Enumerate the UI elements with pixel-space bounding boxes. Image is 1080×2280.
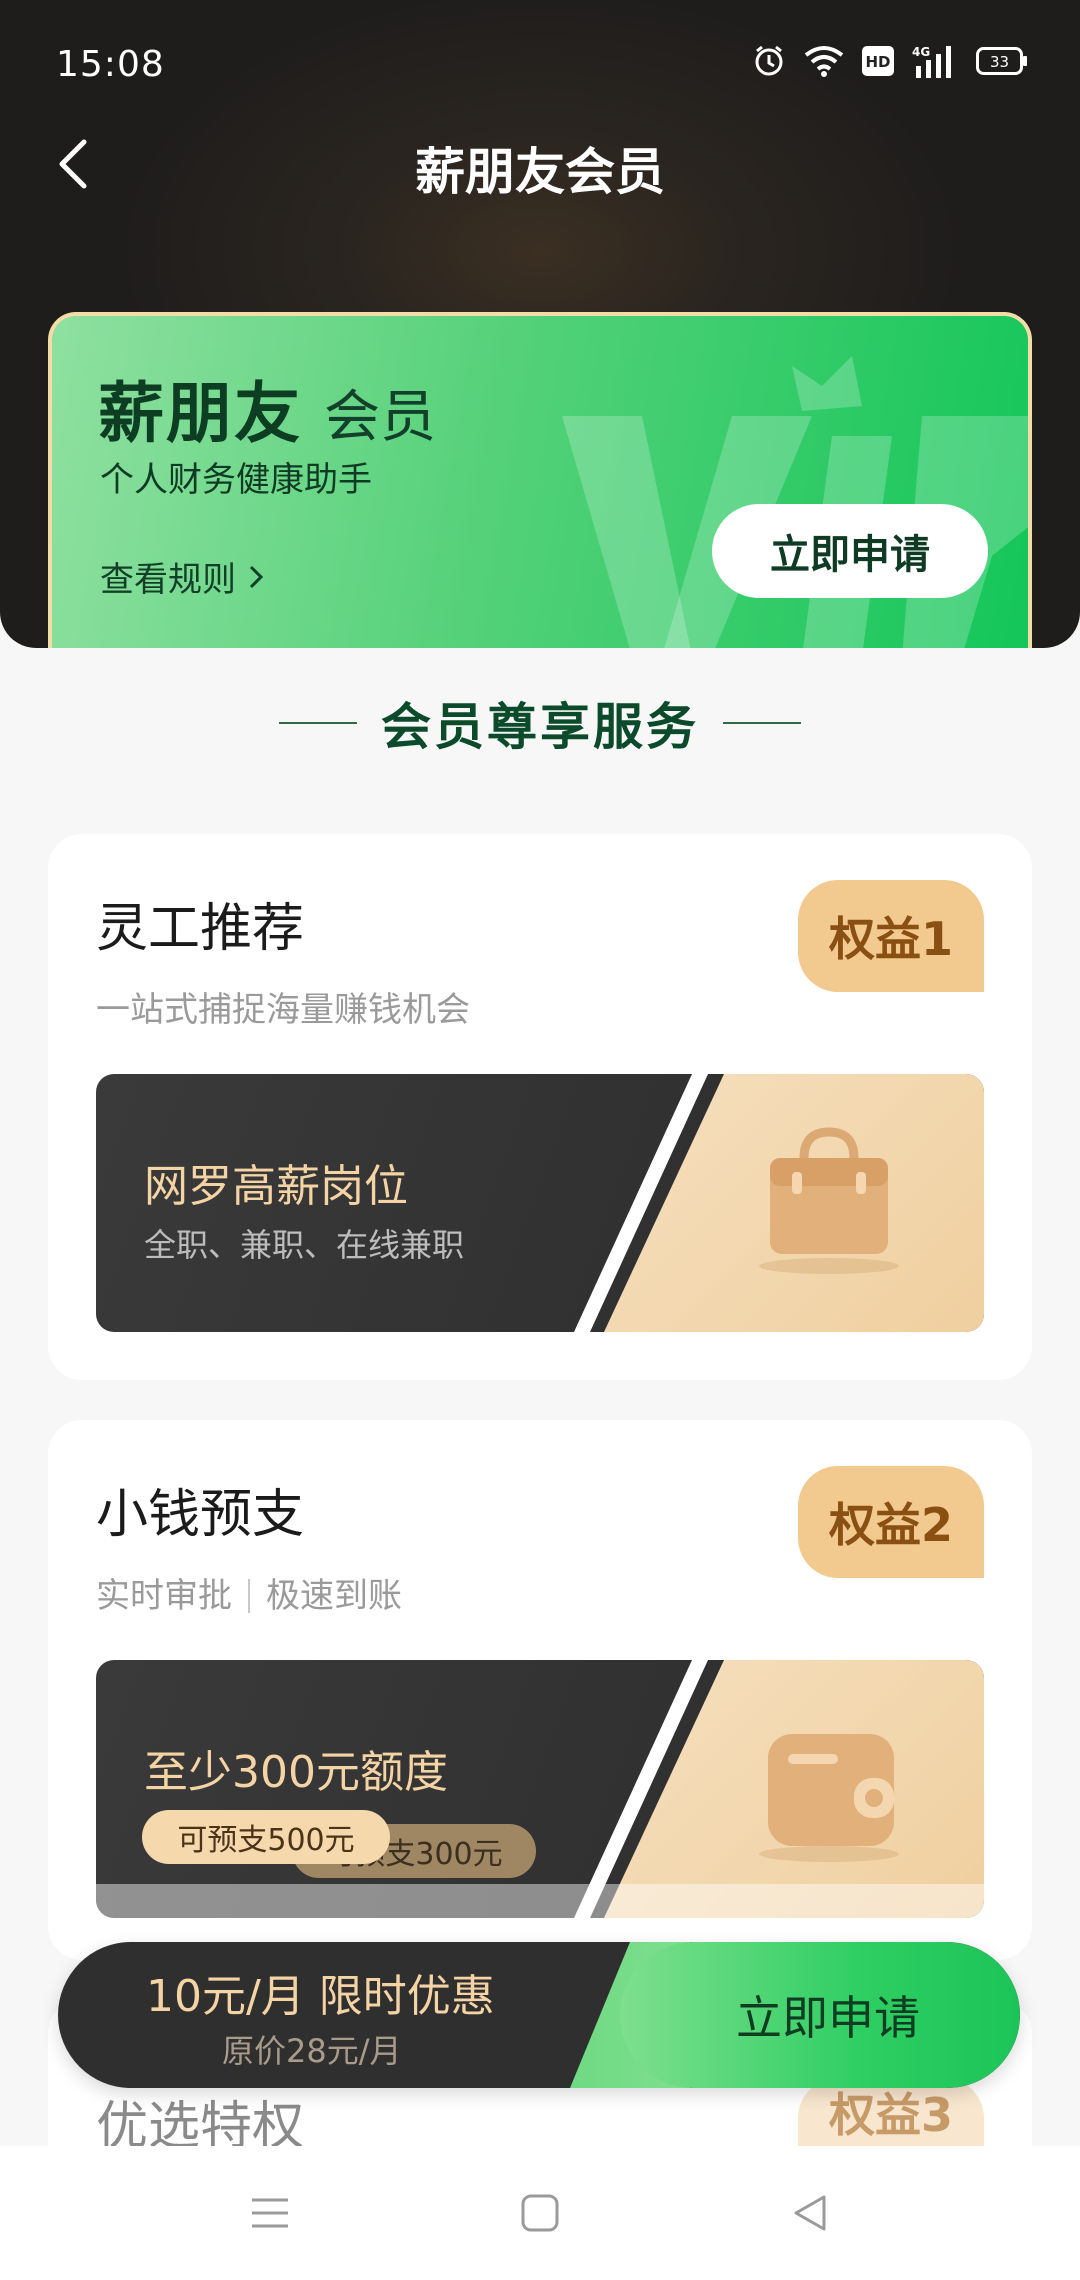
benefit-promo-banner[interactable]: 网罗高薪岗位 全职、兼职、在线兼职 bbox=[96, 1074, 984, 1332]
view-rules-label: 查看规则 bbox=[100, 560, 236, 600]
benefit-badge: 权益3 bbox=[798, 2078, 984, 2146]
wifi-icon bbox=[804, 45, 844, 77]
briefcase-icon bbox=[759, 1127, 899, 1274]
section-divider-right bbox=[723, 722, 801, 724]
benefit-card-2[interactable]: 小钱预支 实时审批 极速到账 权益2 至少300元额度 可预支300元 可预支50… bbox=[48, 1420, 1032, 1960]
benefit-title: 小钱预支 bbox=[96, 1485, 305, 1545]
status-icons: HD 4G 33 bbox=[752, 44, 1028, 78]
benefit-subtitle-part-2: 极速到账 bbox=[266, 1576, 402, 1616]
nav-bar: 薪朋友会员 bbox=[0, 120, 1080, 210]
battery-icon: 33 bbox=[976, 47, 1028, 75]
subtitle-separator bbox=[248, 1579, 250, 1613]
benefit-title: 灵工推荐 bbox=[96, 899, 305, 959]
benefit-badge: 权益2 bbox=[798, 1466, 984, 1578]
signal-icon: 4G bbox=[912, 44, 958, 78]
chevron-right-icon bbox=[249, 565, 264, 588]
benefit-subtitle-part-1: 实时审批 bbox=[96, 1576, 232, 1616]
promo-subtitle: 全职、兼职、在线兼职 bbox=[144, 1226, 465, 1264]
offer-price: 10元/月 限时优惠 bbox=[146, 1971, 495, 2022]
alarm-icon bbox=[752, 44, 786, 78]
system-nav-bar bbox=[0, 2146, 1080, 2280]
section-title-text: 会员尊享服务 bbox=[381, 698, 699, 756]
benefit-promo-banner[interactable]: 至少300元额度 可预支300元 可预支500元 bbox=[96, 1660, 984, 1918]
network-label: 4G bbox=[912, 45, 930, 59]
battery-level: 33 bbox=[990, 53, 1009, 71]
page-title: 薪朋友会员 bbox=[415, 143, 665, 201]
vip-card: 薪朋友 会员 个人财务健康助手 查看规则 立即申请 bbox=[48, 312, 1032, 648]
home-square-icon[interactable] bbox=[510, 2183, 570, 2243]
vip-watermark-icon bbox=[562, 356, 1028, 648]
hd-label: HD bbox=[865, 53, 890, 71]
vip-subtitle: 个人财务健康助手 bbox=[100, 460, 372, 500]
wallet-icon bbox=[759, 1734, 899, 1862]
status-time: 15:08 bbox=[56, 44, 165, 85]
offer-original-price: 原价28元/月 bbox=[222, 2032, 402, 2070]
view-rules-link[interactable]: 查看规则 bbox=[100, 552, 264, 601]
menu-icon[interactable] bbox=[240, 2183, 300, 2243]
status-bar: 15:08 HD 4G 33 bbox=[0, 0, 1080, 120]
vip-brand: 薪朋友 会员 bbox=[98, 360, 436, 456]
promo-title: 至少300元额度 bbox=[144, 1747, 448, 1798]
section-title: 会员尊享服务 bbox=[0, 688, 1080, 758]
benefit-subtitle: 实时审批 极速到账 bbox=[96, 1568, 402, 1617]
section-divider-left bbox=[279, 722, 357, 724]
promo-fade-overlay bbox=[96, 1884, 984, 1918]
vip-brand-name: 薪朋友 bbox=[98, 375, 302, 452]
benefit-card-1[interactable]: 灵工推荐 一站式捕捉海量赚钱机会 权益1 网罗高薪岗位 全职、兼职、在线兼职 bbox=[48, 834, 1032, 1380]
benefit-badge: 权益1 bbox=[798, 880, 984, 992]
back-triangle-icon[interactable] bbox=[780, 2183, 840, 2243]
bottom-offer-bar: 10元/月 限时优惠 原价28元/月 立即申请 bbox=[58, 1942, 1020, 2088]
vip-member-label: 会员 bbox=[324, 385, 436, 450]
hd-icon: HD bbox=[862, 46, 894, 76]
pill-front: 可预支500元 bbox=[142, 1810, 390, 1864]
benefit-subtitle: 一站式捕捉海量赚钱机会 bbox=[96, 990, 470, 1030]
vip-apply-button[interactable]: 立即申请 bbox=[712, 504, 988, 598]
bottom-apply-button[interactable]: 立即申请 bbox=[620, 1942, 1020, 2088]
promo-title: 网罗高薪岗位 bbox=[144, 1161, 408, 1212]
